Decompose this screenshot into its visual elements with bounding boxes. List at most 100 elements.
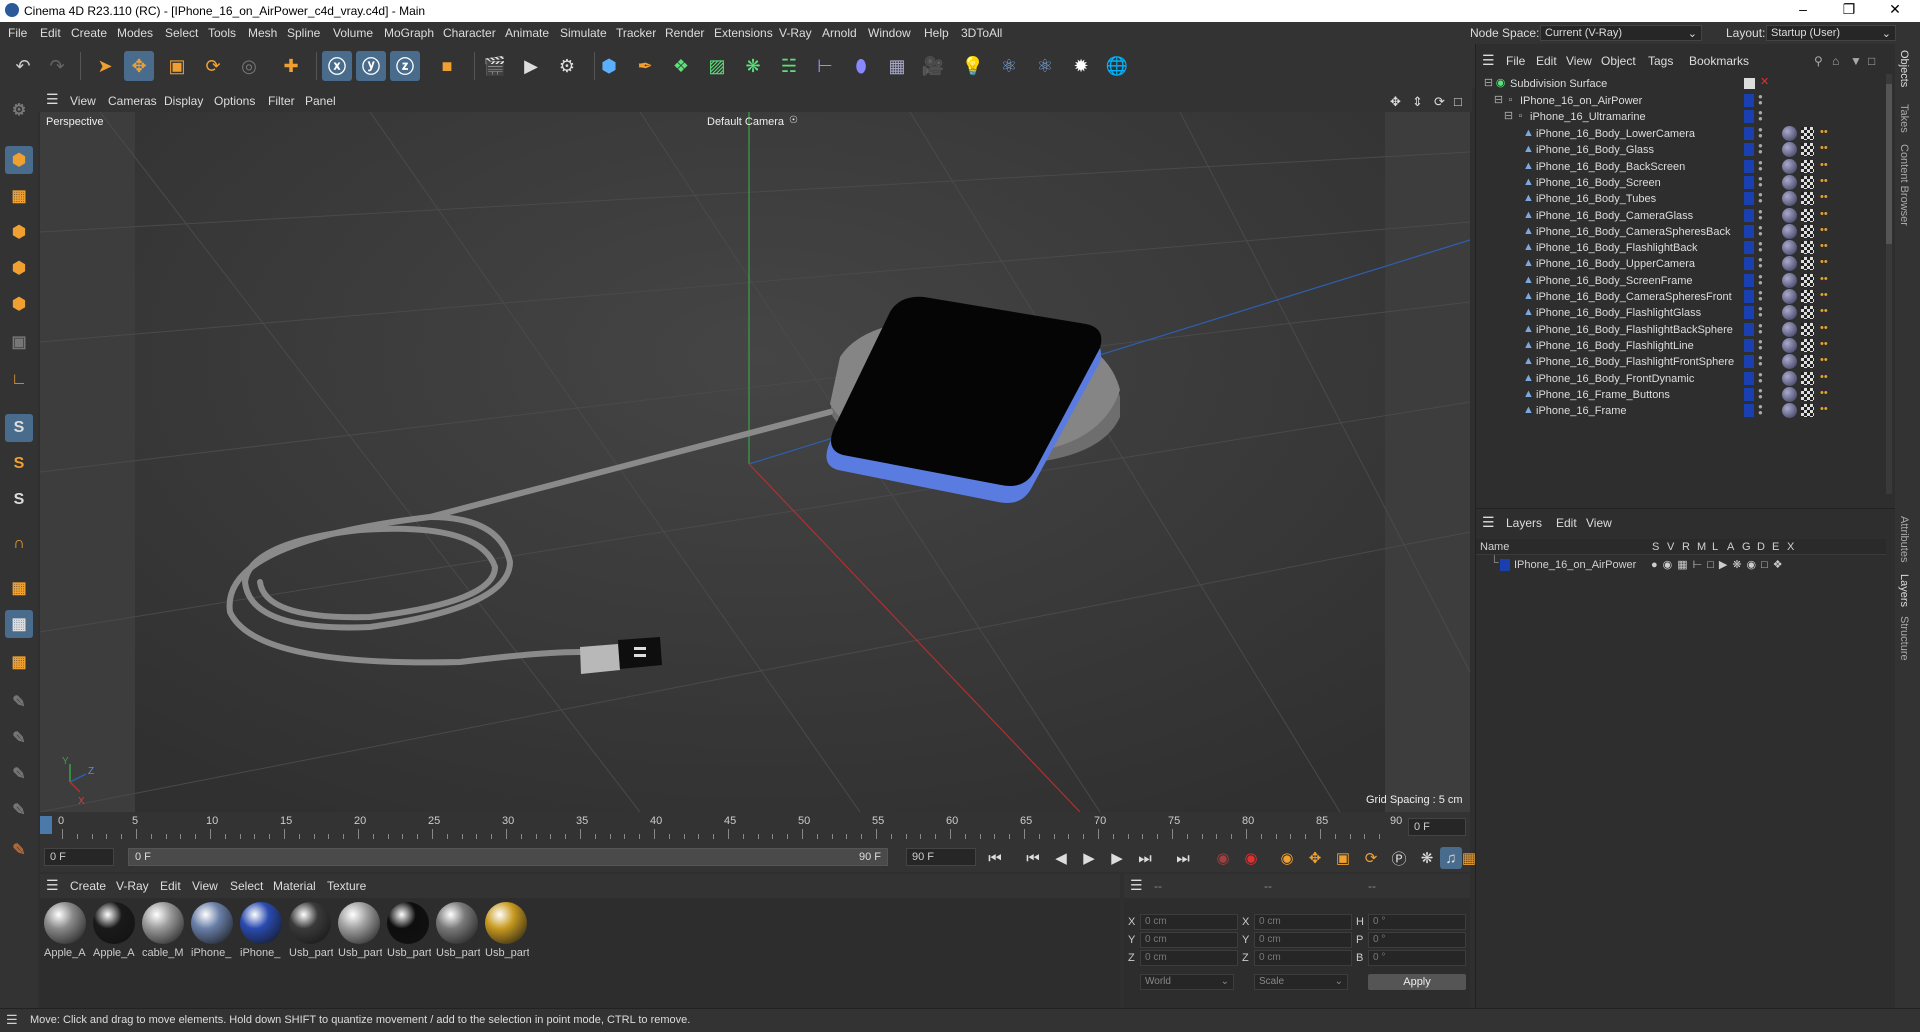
phong-tag-icon[interactable]: •• bbox=[1820, 403, 1828, 415]
move-view-icon[interactable]: ⇕ bbox=[1412, 94, 1423, 110]
hamburger-icon[interactable]: ☰ bbox=[6, 1012, 18, 1028]
filter-icon[interactable]: ▼ bbox=[1850, 54, 1862, 68]
hamburger-icon[interactable]: ☰ bbox=[46, 877, 59, 894]
material-thumbnail[interactable]: cable_M bbox=[142, 902, 186, 959]
pan-view-icon[interactable]: ✥ bbox=[1390, 94, 1401, 110]
camera-link-icon[interactable]: ☉ bbox=[789, 115, 798, 126]
mograph-icon[interactable]: ☵ bbox=[774, 51, 804, 81]
y-axis-icon[interactable]: ⓨ bbox=[356, 51, 386, 81]
checker-material-tag-icon[interactable] bbox=[1801, 143, 1814, 157]
layer-color-swatch[interactable] bbox=[1744, 127, 1754, 140]
minimize-icon[interactable]: – bbox=[1780, 1, 1826, 17]
phong-tag-icon[interactable]: •• bbox=[1820, 142, 1828, 154]
menu-tracker[interactable]: Tracker bbox=[616, 26, 656, 40]
visibility-dots-icon[interactable]: ● ● bbox=[1758, 256, 1763, 270]
phong-tag-icon[interactable]: •• bbox=[1820, 338, 1828, 350]
vray-material-tag-icon[interactable] bbox=[1782, 126, 1797, 141]
visibility-dots-icon[interactable]: ● ● bbox=[1758, 289, 1763, 303]
layer-color-swatch[interactable] bbox=[1744, 192, 1754, 206]
phong-tag-icon[interactable]: •• bbox=[1820, 159, 1828, 171]
obj-menu-object[interactable]: Object bbox=[1601, 54, 1636, 68]
checker-material-tag-icon[interactable] bbox=[1801, 273, 1814, 287]
checker-material-tag-icon[interactable] bbox=[1801, 306, 1814, 320]
material-thumbnail[interactable]: iPhone_ bbox=[240, 902, 284, 959]
material-thumbnail[interactable]: Usb_part bbox=[485, 902, 529, 959]
uv-mode-icon[interactable]: ▣ bbox=[5, 328, 33, 356]
edges-mode-icon[interactable]: ⬢ bbox=[5, 254, 33, 282]
coordinate-tool-icon[interactable]: ✚ bbox=[276, 51, 306, 81]
material-menu-create[interactable]: Create bbox=[70, 879, 106, 893]
next-frame-icon[interactable]: ▶ bbox=[1106, 847, 1128, 869]
checker-material-tag-icon[interactable] bbox=[1801, 371, 1814, 385]
visibility-x-icon[interactable]: ✕ bbox=[1760, 75, 1769, 88]
enabled-check-icon[interactable] bbox=[1744, 78, 1755, 89]
checker-material-tag-icon[interactable] bbox=[1801, 322, 1814, 336]
sculpt-icon[interactable]: ✎ bbox=[5, 688, 33, 716]
tab-layers[interactable]: Layers bbox=[1898, 574, 1910, 607]
layer-menu-view[interactable]: View bbox=[1586, 516, 1612, 530]
coord-rot-b-field[interactable]: 0 ° bbox=[1368, 950, 1466, 966]
frame-range-slider[interactable]: 0 F 90 F bbox=[128, 848, 888, 866]
maximize-icon[interactable]: ❐ bbox=[1826, 1, 1872, 18]
cube-icon[interactable]: ⬢ bbox=[594, 51, 624, 81]
visibility-dots-icon[interactable]: ● ● bbox=[1758, 337, 1763, 351]
make-editable-icon[interactable]: ⚙ bbox=[5, 96, 33, 124]
menu-extensions[interactable]: Extensions bbox=[714, 26, 773, 40]
move-tool-icon[interactable]: ✥ bbox=[124, 51, 154, 81]
checker-material-tag-icon[interactable] bbox=[1801, 404, 1814, 418]
layer-color-swatch[interactable] bbox=[1744, 355, 1754, 369]
render-view-icon[interactable]: 🎬 bbox=[480, 51, 510, 81]
menu-volume[interactable]: Volume bbox=[333, 26, 373, 40]
menu-character[interactable]: Character bbox=[443, 26, 496, 40]
maximize-view-icon[interactable]: □ bbox=[1454, 94, 1462, 109]
phong-tag-icon[interactable]: •• bbox=[1820, 322, 1828, 334]
vray-material-tag-icon[interactable] bbox=[1782, 321, 1797, 337]
model-mode-icon[interactable]: ⬢ bbox=[5, 146, 33, 174]
vray-material-tag-icon[interactable] bbox=[1782, 240, 1797, 256]
visibility-dots-icon[interactable]: ● ● bbox=[1758, 240, 1763, 254]
layer-color-swatch[interactable] bbox=[1744, 241, 1754, 255]
light-icon[interactable]: 💡 bbox=[958, 51, 988, 81]
layer-color-swatch[interactable] bbox=[1744, 306, 1754, 320]
next-key-icon[interactable]: ⏭ bbox=[1134, 847, 1156, 869]
coord-pos-z-field[interactable]: 0 cm bbox=[1140, 950, 1238, 966]
checker-material-tag-icon[interactable] bbox=[1801, 192, 1814, 206]
knife-icon[interactable]: ✎ bbox=[5, 836, 33, 864]
material-menu-select[interactable]: Select bbox=[230, 879, 263, 893]
recent-tool-icon[interactable]: ◎ bbox=[234, 51, 264, 81]
snap-icon[interactable]: S bbox=[5, 414, 33, 442]
layer-color-swatch[interactable] bbox=[1744, 322, 1754, 336]
obj-menu-bookmarks[interactable]: Bookmarks bbox=[1689, 54, 1749, 68]
record-icon[interactable]: ◉ bbox=[1212, 847, 1234, 869]
phong-tag-icon[interactable]: •• bbox=[1820, 126, 1828, 138]
layer-color-swatch[interactable] bbox=[1744, 159, 1754, 173]
object-scrollbar[interactable] bbox=[1886, 74, 1892, 494]
points-mode-icon[interactable]: ⬢ bbox=[5, 218, 33, 246]
coord-pos-y-field[interactable]: 0 cm bbox=[1140, 932, 1238, 948]
menu-mesh[interactable]: Mesh bbox=[248, 26, 277, 40]
obj-menu-view[interactable]: View bbox=[1566, 54, 1592, 68]
checker-material-tag-icon[interactable] bbox=[1801, 387, 1814, 401]
world-coordinates-icon[interactable]: ■ bbox=[432, 51, 462, 81]
visibility-dots-icon[interactable]: ● ● bbox=[1758, 403, 1763, 417]
timeline-ruler[interactable]: 0 5 10 15 20 25 30 35 40 45 50 55 60 65 70 75 80 85 90 0 F bbox=[40, 812, 1470, 842]
vray-globe-icon[interactable]: 🌐 bbox=[1102, 51, 1132, 81]
checker-material-tag-icon[interactable] bbox=[1801, 355, 1814, 369]
viewport-menu-display[interactable]: Display bbox=[164, 94, 203, 108]
coord-size-y-field[interactable]: 0 cm bbox=[1254, 932, 1352, 948]
phong-tag-icon[interactable]: •• bbox=[1820, 387, 1828, 399]
phong-tag-icon[interactable]: •• bbox=[1820, 371, 1828, 383]
coord-rot-p-field[interactable]: 0 ° bbox=[1368, 932, 1466, 948]
undo-icon[interactable]: ↶ bbox=[8, 51, 38, 81]
visibility-dots-icon[interactable]: ● ● bbox=[1758, 174, 1763, 188]
object-row[interactable]: ▲ iPhone_16_Frame ● ● •• bbox=[1476, 401, 1886, 421]
menu-mograph[interactable]: MoGraph bbox=[384, 26, 434, 40]
close-icon[interactable]: ✕ bbox=[1872, 1, 1918, 18]
menu-help[interactable]: Help bbox=[924, 26, 949, 40]
checker-material-tag-icon[interactable] bbox=[1801, 338, 1814, 352]
visibility-dots-icon[interactable]: ● ● bbox=[1758, 223, 1763, 237]
viewport-menu-view[interactable]: View bbox=[70, 94, 96, 108]
current-frame-field[interactable]: 0 F bbox=[1408, 818, 1466, 836]
layer-color-swatch[interactable] bbox=[1744, 143, 1754, 157]
coord-rot-h-field[interactable]: 0 ° bbox=[1368, 914, 1466, 930]
